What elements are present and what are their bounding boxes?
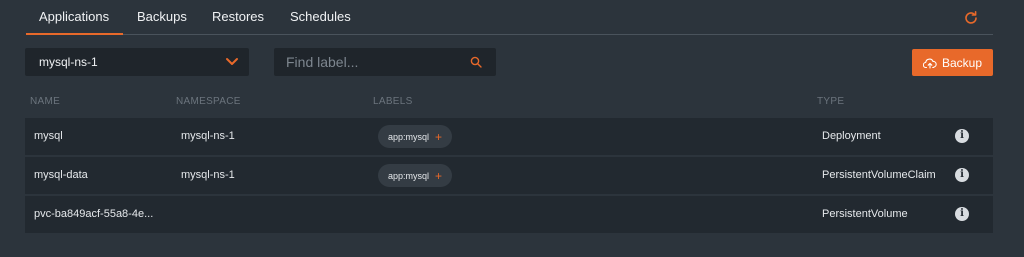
namespace-select-value: mysql-ns-1: [39, 55, 98, 69]
header-type: TYPE: [817, 96, 845, 107]
header-name: NAME: [30, 96, 61, 107]
info-icon[interactable]: i: [955, 207, 969, 221]
label-chip: app:mysql +: [378, 125, 453, 148]
refresh-icon[interactable]: [962, 9, 980, 27]
chevron-down-icon: [226, 58, 238, 65]
cell-namespace: mysql-ns-1: [181, 130, 235, 142]
cell-type: PersistentVolume: [822, 208, 908, 220]
table-row[interactable]: mysql mysql-ns-1 app:mysql + Deployment …: [25, 118, 993, 155]
tab-schedules[interactable]: Schedules: [290, 0, 351, 35]
cell-name: pvc-ba849acf-55a8-4e...: [34, 208, 154, 220]
info-icon[interactable]: i: [955, 129, 969, 143]
add-label-icon[interactable]: +: [435, 130, 442, 144]
cell-type: Deployment: [822, 130, 881, 142]
header-labels: LABELS: [373, 96, 413, 107]
table-row[interactable]: mysql-data mysql-ns-1 app:mysql + Persis…: [25, 157, 993, 194]
table-header: NAME NAMESPACE LABELS TYPE: [0, 96, 1024, 110]
search-icon[interactable]: [470, 56, 482, 68]
tab-applications[interactable]: Applications: [26, 0, 123, 35]
label-chip-text: app:mysql: [388, 170, 430, 181]
namespace-select[interactable]: mysql-ns-1: [25, 48, 249, 76]
backup-button-label: Backup: [941, 55, 983, 70]
label-search: [274, 48, 496, 76]
label-chip-text: app:mysql: [388, 131, 430, 142]
add-label-icon[interactable]: +: [435, 169, 442, 183]
tab-restores[interactable]: Restores: [212, 0, 264, 35]
tab-backups[interactable]: Backups: [137, 0, 187, 35]
backup-button[interactable]: Backup: [912, 49, 993, 76]
applications-table: mysql mysql-ns-1 app:mysql + Deployment …: [25, 118, 993, 235]
cloud-upload-icon: [922, 58, 937, 69]
table-row[interactable]: pvc-ba849acf-55a8-4e... PersistentVolume…: [25, 196, 993, 233]
search-input[interactable]: [274, 48, 464, 76]
tab-bar: Applications Backups Restores Schedules: [26, 0, 993, 35]
info-icon[interactable]: i: [955, 168, 969, 182]
label-chip: app:mysql +: [378, 164, 453, 187]
cell-name: mysql: [34, 130, 63, 142]
header-namespace: NAMESPACE: [176, 96, 241, 107]
cell-type: PersistentVolumeClaim: [822, 169, 936, 181]
cell-name: mysql-data: [34, 169, 88, 181]
cell-namespace: mysql-ns-1: [181, 169, 235, 181]
